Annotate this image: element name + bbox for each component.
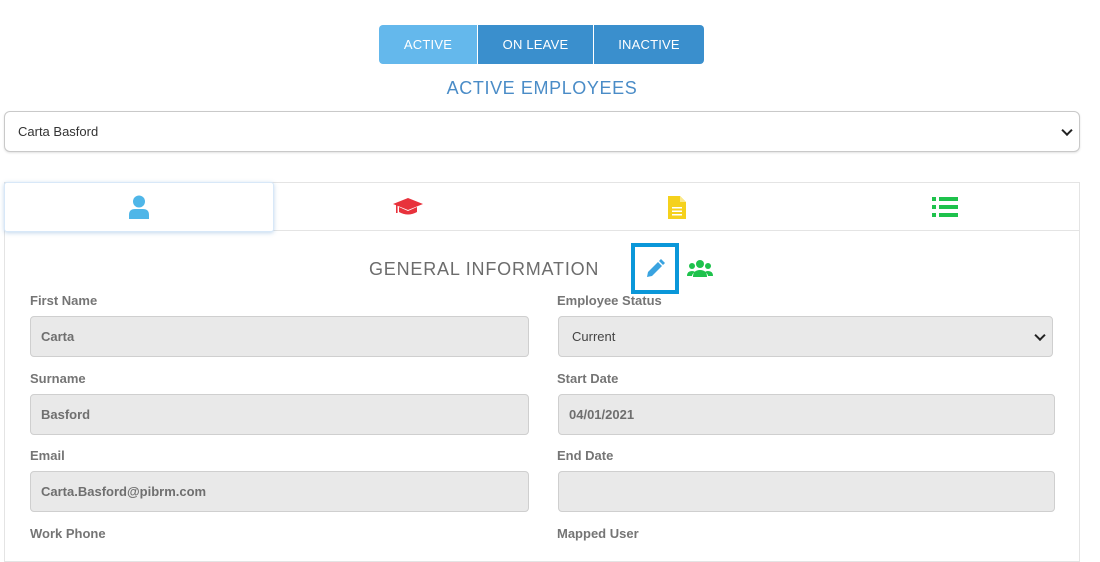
- employee-status-select[interactable]: Current: [558, 316, 1053, 357]
- graduation-cap-icon: [392, 198, 423, 215]
- start-date-field[interactable]: 04/01/2021: [558, 394, 1055, 435]
- surname-label: Surname: [30, 371, 86, 386]
- edit-button[interactable]: [631, 243, 679, 294]
- page-title: ACTIVE EMPLOYEES: [446, 78, 638, 98]
- end-date-label: End Date: [557, 448, 614, 463]
- mapped-user-label: Mapped User: [557, 526, 639, 541]
- first-name-value: Carta: [41, 329, 75, 344]
- on-leave-button[interactable]: ON LEAVE: [477, 25, 593, 64]
- work-phone-label: Work Phone: [30, 526, 106, 541]
- pencil-icon: [647, 258, 665, 277]
- list-icon: [932, 197, 958, 217]
- surname-value: Basford: [41, 407, 91, 422]
- chevron-down-icon: [1034, 329, 1046, 341]
- first-name-label: First Name: [30, 293, 98, 308]
- start-date-label: Start Date: [557, 371, 619, 386]
- section-title: GENERAL INFORMATION: [369, 259, 600, 279]
- user-icon: [129, 195, 149, 219]
- surname-field[interactable]: Basford: [30, 394, 529, 435]
- email-field[interactable]: Carta.Basford@pibrm.com: [30, 471, 529, 512]
- employee-status-value: Current: [572, 329, 616, 344]
- active-button[interactable]: ACTIVE: [379, 25, 477, 64]
- tab-documents[interactable]: [542, 183, 811, 231]
- tab-education[interactable]: [273, 183, 542, 231]
- users-group-icon[interactable]: [687, 259, 713, 284]
- tab-list[interactable]: [811, 183, 1079, 231]
- email-label: Email: [30, 448, 65, 463]
- tab-general[interactable]: [4, 182, 274, 232]
- section-tabs: [4, 182, 1079, 232]
- document-icon: [667, 195, 686, 219]
- employee-select-value: Carta Basford: [18, 124, 99, 139]
- email-value: Carta.Basford@pibrm.com: [41, 484, 207, 499]
- inactive-button[interactable]: INACTIVE: [593, 25, 704, 64]
- chevron-down-icon: [1061, 124, 1073, 136]
- employee-status-label: Employee Status: [557, 293, 662, 308]
- start-date-value: 04/01/2021: [569, 407, 635, 422]
- employee-select[interactable]: Carta Basford: [4, 111, 1080, 152]
- status-toggle: ACTIVE ON LEAVE INACTIVE: [379, 25, 704, 64]
- first-name-field[interactable]: Carta: [30, 316, 529, 357]
- end-date-field[interactable]: [558, 471, 1055, 512]
